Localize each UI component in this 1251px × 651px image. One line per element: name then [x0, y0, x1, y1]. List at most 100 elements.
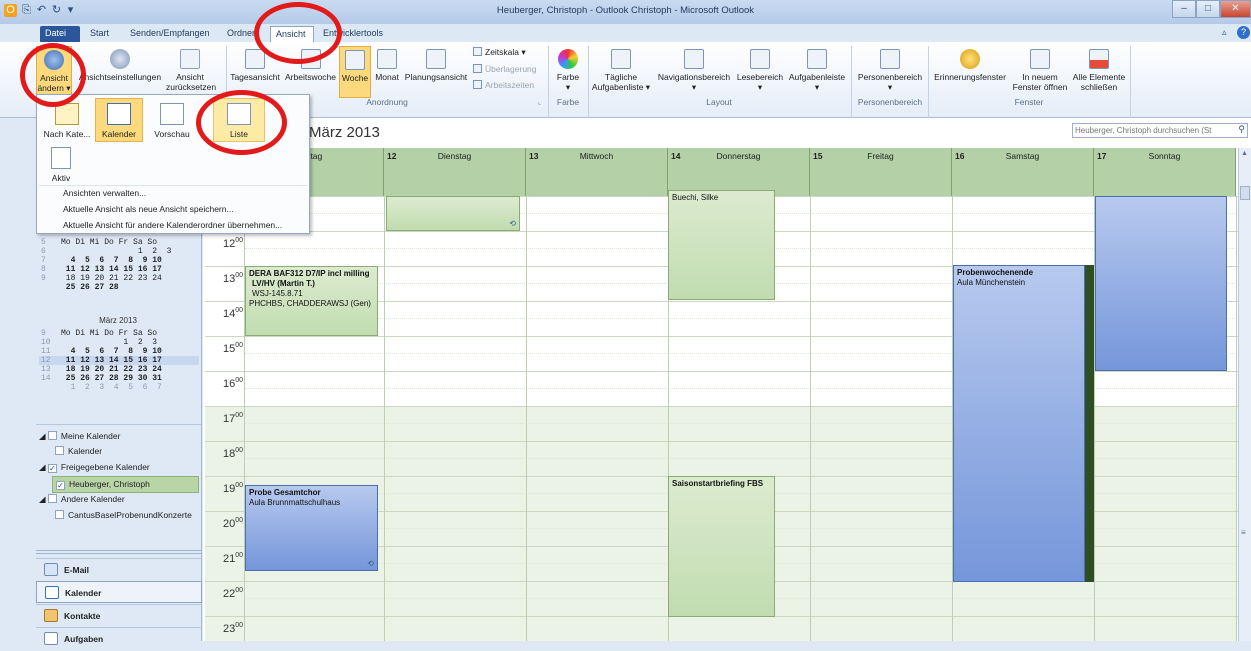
day-header-tuesday[interactable]: 12 Dienstag: [384, 148, 526, 196]
arbeitszeiten-button[interactable]: Arbeitszeiten: [473, 80, 534, 91]
menu-ansicht-speichern[interactable]: Aktuelle Ansicht als neue Ansicht speich…: [37, 201, 234, 217]
minimize-ribbon-icon[interactable]: ▵: [1222, 27, 1227, 38]
heuberger-calendar-folder[interactable]: ✓ Heuberger, Christoph: [52, 476, 199, 493]
minical-row: 25 26 27 28: [61, 283, 119, 292]
tab-senden-empfangen[interactable]: Senden/Empfangen: [125, 26, 215, 42]
cantus-calendar-folder[interactable]: CantusBaselProbenundKonzerte: [55, 508, 192, 523]
contacts-icon: [44, 609, 58, 622]
appointment-buechi[interactable]: Buechi, Silke: [668, 190, 775, 300]
pane-splitter[interactable]: [36, 550, 201, 554]
minical-weekday-header: Mo Di Mi Do Fr Sa So: [61, 329, 158, 338]
time-label: 2000: [222, 517, 243, 530]
help-icon[interactable]: ?: [1237, 26, 1250, 39]
time-label: 1900: [222, 482, 243, 495]
nav-email-button[interactable]: E-Mail: [36, 558, 202, 580]
nav-aufgaben-button[interactable]: Aufgaben: [36, 627, 202, 649]
people-pane-icon: [880, 49, 900, 69]
minimize-button[interactable]: –: [1172, 0, 1196, 18]
minical-row: 4 5 6 7 8 9 10: [61, 256, 162, 265]
taegliche-aufgabenliste-button[interactable]: Tägliche Aufgabenliste ▾: [590, 49, 652, 92]
time-label: 1700: [222, 412, 243, 425]
erinnerungsfenster-button[interactable]: Erinnerungsfenster: [930, 49, 1010, 82]
checkbox[interactable]: [47, 494, 57, 503]
time-label: 2300: [222, 622, 243, 635]
group-farbe: Farbe: [556, 97, 580, 107]
view-preview-button[interactable]: Vorschau: [147, 99, 197, 141]
ueberlagerung-button[interactable]: Überlagerung: [473, 64, 537, 75]
time-label: 1200: [222, 237, 243, 250]
working-hours-icon: [473, 80, 482, 89]
minical-row: 18 19 20 21 22 23 24: [61, 365, 162, 374]
time-label: 1600: [222, 377, 243, 390]
zeitskala-button[interactable]: Zeitskala ▾: [473, 47, 526, 58]
woche-button[interactable]: Woche: [339, 46, 371, 98]
task-list-icon: [611, 49, 631, 69]
active-view-icon: [51, 147, 71, 169]
minical-week-numbers: 9 10 11 12 13 14: [41, 329, 51, 383]
andere-kalender-group[interactable]: ◢ Andere Kalender: [39, 492, 125, 507]
minical-row: 25 26 27 28 29 30 31: [61, 374, 162, 383]
in-neuem-fenster-button[interactable]: In neuem Fenster öffnen: [1012, 49, 1068, 92]
search-input[interactable]: [1073, 124, 1233, 137]
lesebereich-button[interactable]: Lesebereich ▾: [735, 49, 785, 92]
scroll-thumb[interactable]: [1240, 186, 1250, 200]
navigationsbereich-button[interactable]: Navigationsbereich ▾: [654, 49, 734, 92]
farbe-button[interactable]: Farbe ▾: [552, 49, 584, 92]
reminder-bell-icon: [960, 49, 980, 69]
ansicht-zuruecksetzen-button[interactable]: Ansicht zurücksetzen: [166, 49, 216, 92]
vertical-scrollbar[interactable]: ▲ ≡: [1238, 148, 1251, 641]
planungsansicht-button[interactable]: Planungsansicht: [403, 49, 469, 82]
scroll-up-icon[interactable]: ▲: [1241, 150, 1248, 157]
schedule-view-icon: [426, 49, 446, 69]
checkbox[interactable]: ✓: [47, 464, 57, 473]
minical-row: 4 5 6 7 8 9 10: [61, 347, 162, 356]
checkbox[interactable]: [55, 510, 64, 519]
ribbon-tabs: Datei Start Senden/Empfangen Ordner Ansi…: [0, 24, 1251, 42]
alle-elemente-schliessen-button[interactable]: Alle Elemente schließen: [1070, 49, 1128, 92]
checkbox[interactable]: [55, 446, 64, 455]
checkbox[interactable]: ✓: [56, 481, 65, 490]
close-window-button[interactable]: ✕: [1220, 0, 1251, 18]
kalender-folder[interactable]: Kalender: [55, 444, 102, 459]
mini-calendar-march[interactable]: Mo Di Mi Do Fr Sa So 1 2 3 4 5 6 7 8 9 1…: [39, 329, 199, 392]
monat-button[interactable]: Monat: [372, 49, 402, 82]
ansichtseinstellungen-button[interactable]: Ansichtseinstellungen: [74, 49, 166, 82]
appointment-probe-gesamtchor[interactable]: Probe Gesamtchor Aula Brunnmattschulhaus…: [245, 485, 378, 571]
maximize-button[interactable]: □: [1196, 0, 1220, 18]
nav-kalender-button[interactable]: Kalender: [36, 581, 202, 603]
appointment-sunday[interactable]: [1095, 196, 1227, 371]
aufgabenleiste-button[interactable]: Aufgabenleiste ▾: [786, 49, 848, 92]
freigegebene-kalender-group[interactable]: ◢ ✓ Freigegebene Kalender: [39, 460, 150, 475]
appointment-tuesday-morning[interactable]: ⟲: [386, 196, 520, 231]
nav-kontakte-button[interactable]: Kontakte: [36, 604, 202, 626]
menu-ansichten-verwalten[interactable]: Ansichten verwalten...: [37, 185, 146, 201]
personenbereich-button[interactable]: Personenbereich ▾: [853, 49, 927, 92]
nav-pane-icon: [684, 49, 704, 69]
appointment-dera[interactable]: DERA BAF312 D7/IP incl milling LV/HV (Ma…: [245, 266, 378, 336]
title-bar: O ⎘ ↶ ↻ ▾ Heuberger, Christoph - Outlook…: [0, 0, 1251, 24]
day-header-saturday[interactable]: 16 Samstag: [952, 148, 1094, 196]
view-active-button[interactable]: Aktiv: [41, 145, 81, 183]
dialog-launcher-icon[interactable]: ⌞: [538, 98, 541, 106]
calendar-search[interactable]: ⚲: [1072, 123, 1248, 138]
tab-start[interactable]: Start: [85, 26, 114, 42]
appointment-saisonstartbriefing[interactable]: Saisonstartbriefing FBS: [668, 476, 775, 617]
meine-kalender-group[interactable]: ◢ Meine Kalender: [39, 429, 120, 444]
day-view-icon: [245, 49, 265, 69]
day-header-thursday[interactable]: 14 Donnerstag: [668, 148, 810, 196]
time-label: 1300: [222, 272, 243, 285]
day-header-friday[interactable]: 15 Freitag: [810, 148, 952, 196]
mail-icon: [44, 563, 58, 576]
mini-calendar-february[interactable]: Mo Di Mi Do Fr Sa So 1 2 3 4 5 6 7 8 9 1…: [39, 238, 199, 292]
checkbox[interactable]: [47, 431, 57, 440]
tab-datei[interactable]: Datei: [40, 26, 80, 42]
day-header-sunday[interactable]: 17 Sonntag: [1094, 148, 1236, 196]
day-header-wednesday[interactable]: 13 Mittwoch: [526, 148, 668, 196]
time-label: 1500: [222, 342, 243, 355]
view-calendar-button[interactable]: Kalender: [95, 98, 143, 142]
menu-ansicht-uebernehmen[interactable]: Aktuelle Ansicht für andere Kalenderordn…: [37, 217, 282, 233]
timescale-icon: [473, 47, 482, 56]
search-icon[interactable]: ⚲: [1238, 124, 1245, 135]
appointment-probenwochenende[interactable]: Probenwochenende Aula Münchenstein: [953, 265, 1085, 582]
annotation-circle-ansicht-aendern: [20, 43, 86, 107]
